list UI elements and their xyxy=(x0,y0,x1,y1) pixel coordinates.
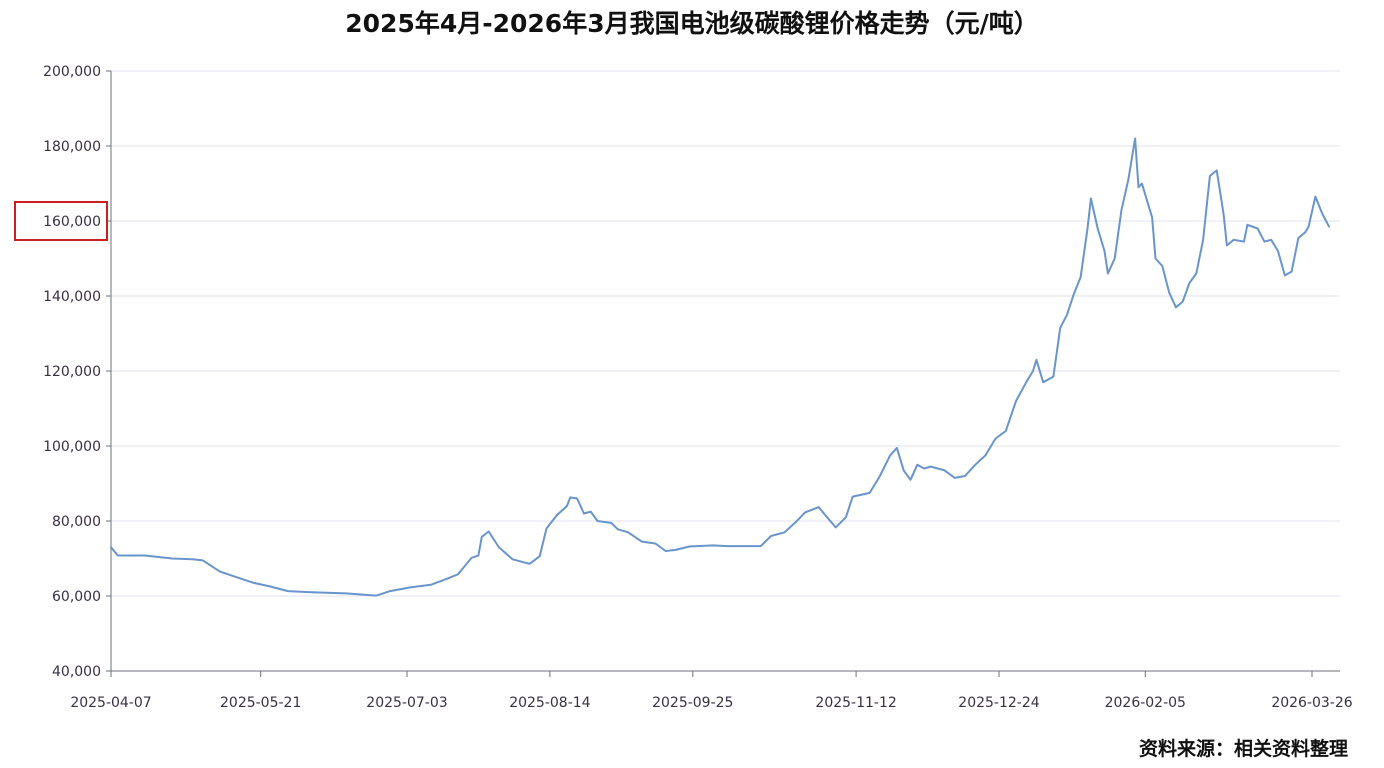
source-note: 资料来源：相关资料整理 xyxy=(1138,738,1348,760)
x-tick-label: 2025-09-25 xyxy=(652,695,733,711)
axes xyxy=(106,70,1340,677)
x-tick-label: 2025-08-14 xyxy=(509,695,590,711)
series-group xyxy=(110,137,1330,597)
y-tick-label: 140,000 xyxy=(43,289,101,305)
x-tick-label: 2025-07-03 xyxy=(366,695,447,711)
x-tick-label: 2026-03-26 xyxy=(1271,695,1352,711)
line-chart: 40,000 60,000 80,000 100,000 120,000 140,000 1… xyxy=(14,64,1353,711)
x-tick-label: 2025-04-07 xyxy=(70,695,151,711)
series-line xyxy=(110,137,1330,597)
y-tick-label: 180,000 xyxy=(43,139,101,155)
x-tick-label: 2026-02-05 xyxy=(1105,695,1186,711)
y-tick-label: 200,000 xyxy=(43,64,101,80)
y-tick-label: 120,000 xyxy=(43,364,101,380)
x-tick-label: 2025-11-12 xyxy=(815,695,896,711)
x-tick-label: 2025-05-21 xyxy=(220,695,301,711)
y-tick-label: 160,000 xyxy=(43,214,101,230)
y-tick-label: 40,000 xyxy=(52,664,101,680)
y-tick-label: 100,000 xyxy=(43,439,101,455)
gridlines xyxy=(111,70,1340,597)
y-tick-label: 80,000 xyxy=(52,514,101,530)
y-tick-label: 60,000 xyxy=(52,589,101,605)
x-tick-label: 2025-12-24 xyxy=(958,695,1039,711)
y-axis-tick-labels: 40,000 60,000 80,000 100,000 120,000 140,000 1… xyxy=(43,64,101,680)
x-axis-tick-labels: 2025-04-07 2025-05-21 2025-07-03 2025-08-14… xyxy=(70,695,1352,711)
